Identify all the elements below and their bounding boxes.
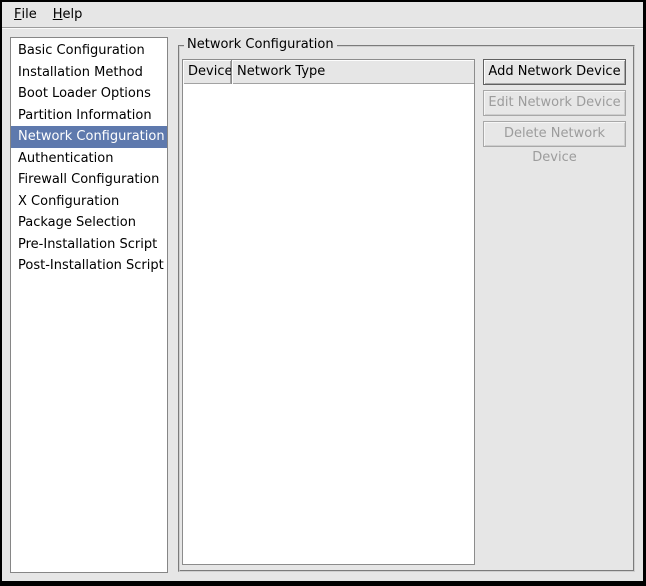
network-device-table: Device Network Type [182, 59, 475, 565]
menu-file-mnemonic: F [14, 7, 21, 22]
menubar-separator-highlight [2, 28, 643, 29]
delete-network-device-button: Delete Network Device [483, 121, 626, 147]
menu-help-mnemonic: H [53, 7, 63, 22]
edit-network-device-button: Edit Network Device [483, 90, 626, 116]
sidebar-item[interactable]: Pre-Installation Script [11, 234, 167, 256]
sidebar-item[interactable]: Post-Installation Script [11, 255, 167, 277]
kickstart-configurator-window: File Help Basic Configuration Installati… [0, 0, 646, 586]
frame-title: Network Configuration [184, 37, 337, 53]
menu-file[interactable]: File [6, 2, 45, 27]
menubar: File Help [2, 2, 643, 27]
add-network-device-button[interactable]: Add Network Device [483, 59, 626, 85]
sidebar-item[interactable]: Boot Loader Options [11, 83, 167, 105]
sidebar-item[interactable]: Authentication [11, 148, 167, 170]
sidebar-item[interactable]: Network Configuration [11, 126, 167, 148]
sidebar-item[interactable]: Installation Method [11, 62, 167, 84]
sidebar-item[interactable]: Partition Information [11, 105, 167, 127]
menu-help[interactable]: Help [45, 2, 91, 27]
column-header-network-type[interactable]: Network Type [232, 60, 474, 84]
menu-help-label: elp [63, 7, 83, 22]
table-body-empty [183, 84, 474, 564]
section-list: Basic Configuration Installation Method … [10, 37, 168, 573]
sidebar-item[interactable]: X Configuration [11, 191, 167, 213]
sidebar-item[interactable]: Basic Configuration [11, 40, 167, 62]
sidebar-item[interactable]: Firewall Configuration [11, 169, 167, 191]
column-header-device[interactable]: Device [183, 60, 232, 84]
sidebar-item[interactable]: Package Selection [11, 212, 167, 234]
window-content: File Help Basic Configuration Installati… [2, 2, 643, 581]
table-header-row: Device Network Type [183, 60, 474, 84]
action-button-group: Add Network Device Edit Network Device D… [483, 59, 626, 152]
menu-file-label: ile [21, 7, 36, 22]
